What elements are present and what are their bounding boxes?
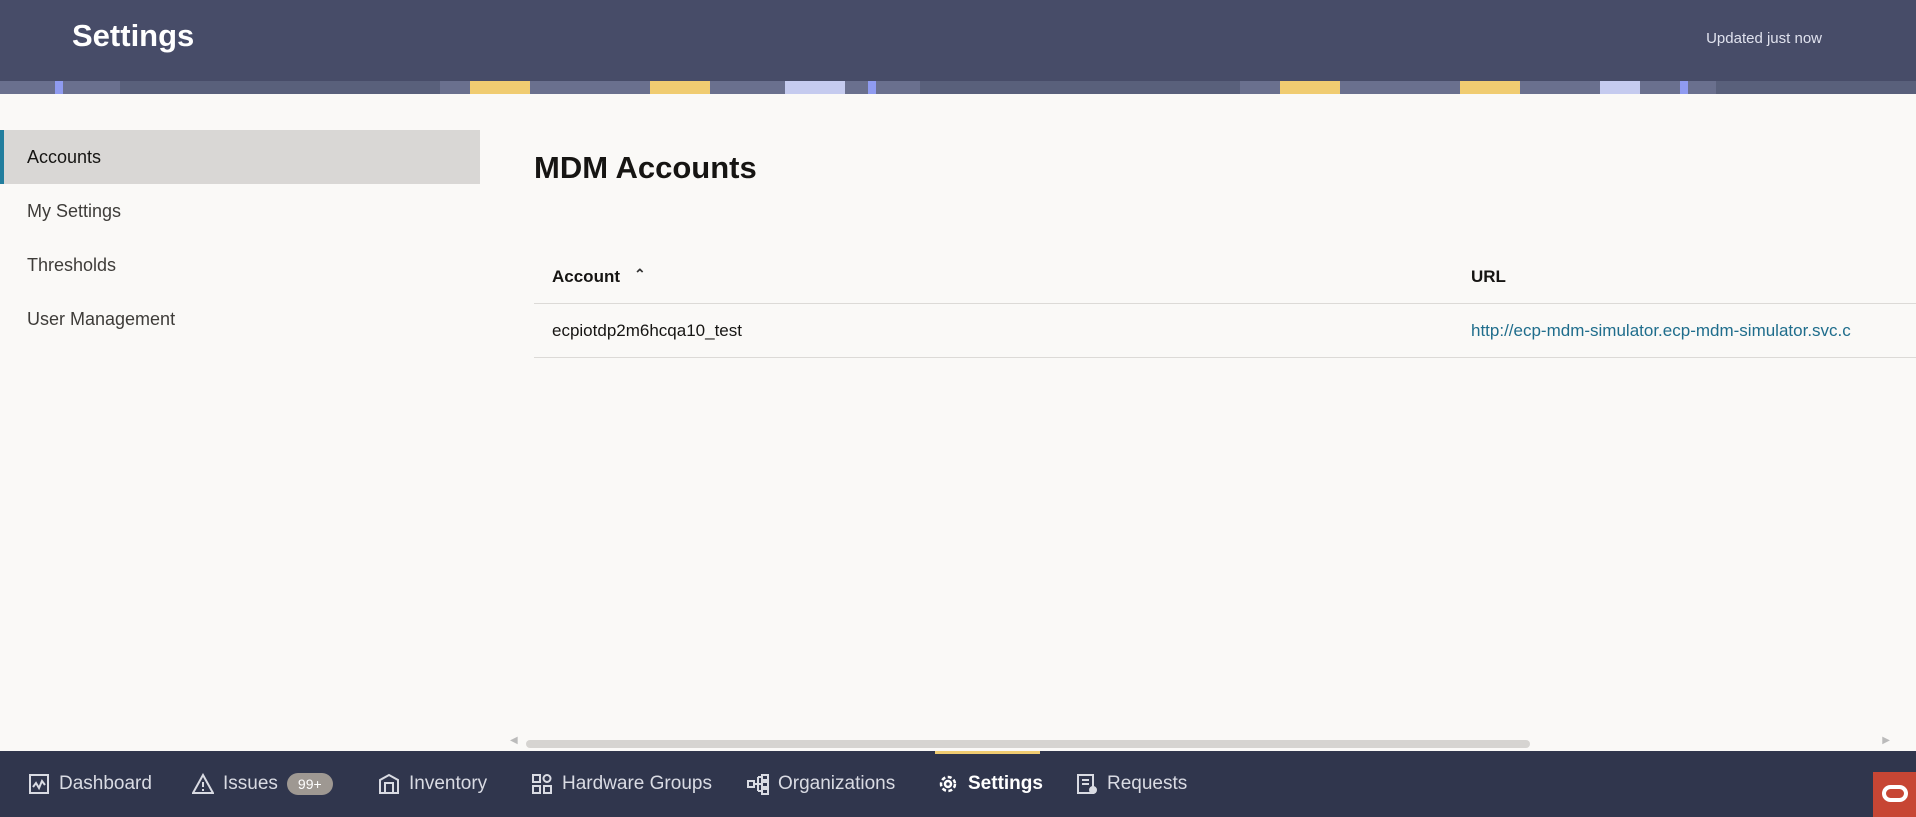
page-title: MDM Accounts — [534, 150, 757, 185]
requests-icon — [1077, 774, 1097, 794]
horizontal-scrollbar[interactable]: ◀ ▶ — [510, 735, 1890, 750]
table-row[interactable]: ecpiotdp2m6hcqa10_test http://ecp-mdm-si… — [534, 304, 1916, 358]
warehouse-icon — [379, 773, 399, 794]
gear-icon — [939, 775, 957, 793]
nav-dashboard[interactable]: Dashboard — [28, 773, 152, 795]
nav-hardware-groups-label: Hardware Groups — [562, 773, 712, 794]
account-cell: ecpiotdp2m6hcqa10_test — [552, 321, 742, 340]
nav-issues[interactable]: Issues 99+ — [192, 773, 333, 795]
url-link[interactable]: http://ecp-mdm-simulator.ecp-mdm-simulat… — [1471, 321, 1851, 341]
nav-organizations-label: Organizations — [778, 773, 896, 794]
sidebar-item-thresholds[interactable]: Thresholds — [0, 238, 480, 292]
nav-settings-label: Settings — [968, 773, 1043, 794]
nav-hardware-groups[interactable]: Hardware Groups — [531, 773, 712, 795]
oracle-logo-icon — [1882, 785, 1908, 802]
decorative-banner — [0, 81, 1916, 94]
oracle-logo[interactable] — [1873, 772, 1916, 817]
page-header: Settings Updated just now — [0, 0, 1916, 81]
warning-icon — [192, 773, 214, 794]
page-header-title: Settings — [72, 18, 195, 53]
active-indicator — [935, 751, 1040, 754]
nav-settings[interactable]: Settings — [937, 773, 1043, 795]
sidebar-item-my-settings[interactable]: My Settings — [0, 184, 480, 238]
scroll-left-icon[interactable]: ◀ — [510, 735, 518, 746]
updated-status: Updated just now — [1706, 30, 1822, 47]
nav-issues-label: Issues — [223, 773, 278, 794]
column-header-url: URL — [1471, 267, 1506, 286]
hierarchy-icon — [747, 774, 769, 795]
scroll-right-icon[interactable]: ▶ — [1882, 735, 1890, 746]
nav-inventory[interactable]: Inventory — [378, 773, 487, 795]
issues-count-badge: 99+ — [286, 773, 333, 795]
nav-organizations[interactable]: Organizations — [747, 773, 895, 795]
nav-dashboard-label: Dashboard — [59, 773, 152, 794]
nav-requests[interactable]: Requests — [1076, 773, 1187, 795]
dashboard-icon — [29, 774, 49, 794]
nav-inventory-label: Inventory — [409, 773, 488, 794]
groups-icon — [532, 774, 552, 794]
scrollbar-thumb[interactable] — [526, 740, 1530, 748]
bottom-navigation: Dashboard Issues 99+ Inventory Hardware … — [0, 751, 1916, 817]
nav-requests-label: Requests — [1107, 773, 1188, 794]
sort-icon[interactable]: ⌃ — [634, 266, 646, 283]
table-header-row: Account ⌃ URL — [534, 250, 1916, 304]
sidebar-item-accounts[interactable]: Accounts — [0, 130, 480, 184]
settings-sidebar: Accounts My Settings Thresholds User Man… — [0, 130, 480, 346]
column-header-account[interactable]: Account — [552, 267, 620, 287]
sidebar-item-user-management[interactable]: User Management — [0, 292, 480, 346]
accounts-table: Account ⌃ URL ecpiotdp2m6hcqa10_test htt… — [534, 250, 1916, 358]
